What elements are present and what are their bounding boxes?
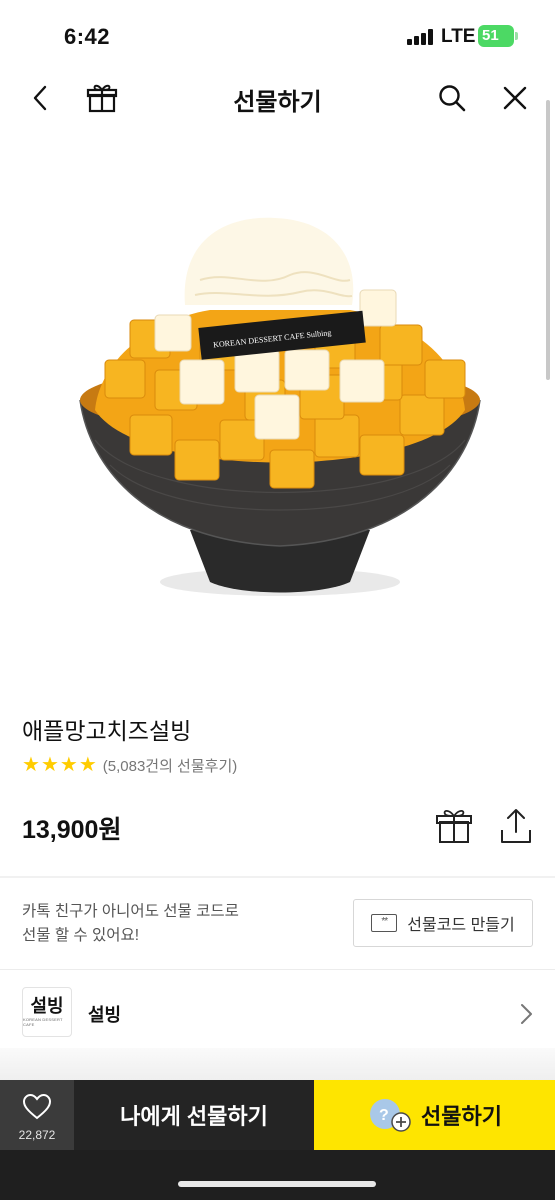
- signal-icon: [407, 29, 433, 45]
- battery-icon: 51: [478, 25, 518, 47]
- rating-stars: ★ ★ ★ ★: [22, 755, 97, 775]
- brand-logo: 설빙 KOREAN DESSERT CAFE: [22, 987, 72, 1037]
- svg-text:?: ?: [379, 1107, 389, 1124]
- network-label: LTE: [441, 26, 476, 47]
- make-giftcode-button[interactable]: ** 선물코드 만들기: [353, 899, 533, 947]
- product-name: 애플망고치즈설빙: [22, 718, 192, 744]
- giftcode-description: 카톡 친구가 아니어도 선물 코드로 선물 할 수 있어요!: [22, 900, 322, 948]
- giftcode-line-1: 카톡 친구가 아니어도 선물 코드로: [22, 903, 239, 920]
- star-icon: ★: [78, 754, 97, 776]
- make-giftcode-label: 선물코드 만들기: [407, 917, 515, 934]
- brand-name: 설빙: [88, 1005, 122, 1025]
- like-button[interactable]: 22,872: [0, 1080, 74, 1150]
- page-title: 선물하기: [233, 89, 322, 116]
- status-time: 6:42: [64, 24, 111, 49]
- send-gift-button[interactable]: ? 선물하기: [314, 1080, 555, 1150]
- scrollbar[interactable]: [546, 100, 550, 380]
- ticket-icon: **: [371, 914, 398, 932]
- star-icon: ★: [59, 754, 78, 776]
- gift-to-self-button[interactable]: 나에게 선물하기: [74, 1080, 314, 1150]
- star-icon: ★: [40, 754, 59, 776]
- close-icon[interactable]: [497, 80, 533, 116]
- giftcode-line-2: 선물 할 수 있어요!: [22, 927, 140, 944]
- search-icon[interactable]: [434, 80, 470, 116]
- heart-icon: [22, 1093, 52, 1121]
- share-icon[interactable]: [498, 806, 534, 846]
- brand-logo-subtext: KOREAN DESSERT CAFE: [23, 1017, 63, 1027]
- gift-to-self-label: 나에게 선물하기: [120, 1104, 268, 1129]
- chevron-right-icon: [516, 1001, 536, 1027]
- section-divider: [0, 876, 555, 878]
- fade-band: [0, 1048, 555, 1080]
- product-price: 13,900원: [22, 816, 122, 844]
- review-count[interactable]: (5,083건의 선물후기): [103, 755, 238, 776]
- rating-row[interactable]: ★ ★ ★ ★ (5,083건의 선물후기): [22, 754, 237, 776]
- brand-row[interactable]: 설빙 KOREAN DESSERT CAFE 설빙: [0, 985, 555, 1043]
- add-friend-icon: ?: [367, 1095, 411, 1135]
- section-divider: [0, 969, 555, 970]
- product-image[interactable]: KOREAN DESSERT CAFE Sulbing: [60, 210, 500, 610]
- bottom-action-bar: 22,872 나에게 선물하기 ? 선물하기: [0, 1080, 555, 1200]
- nav-bar: 선물하기: [0, 70, 555, 128]
- brand-logo-text: 설빙: [30, 996, 64, 1017]
- like-count: 22,872: [18, 1128, 56, 1142]
- home-indicator: [178, 1181, 376, 1187]
- send-gift-label: 선물하기: [421, 1104, 502, 1129]
- gift-box-icon[interactable]: [434, 806, 474, 846]
- status-bar: 6:42 LTE 51: [0, 0, 555, 70]
- star-icon: ★: [22, 754, 40, 776]
